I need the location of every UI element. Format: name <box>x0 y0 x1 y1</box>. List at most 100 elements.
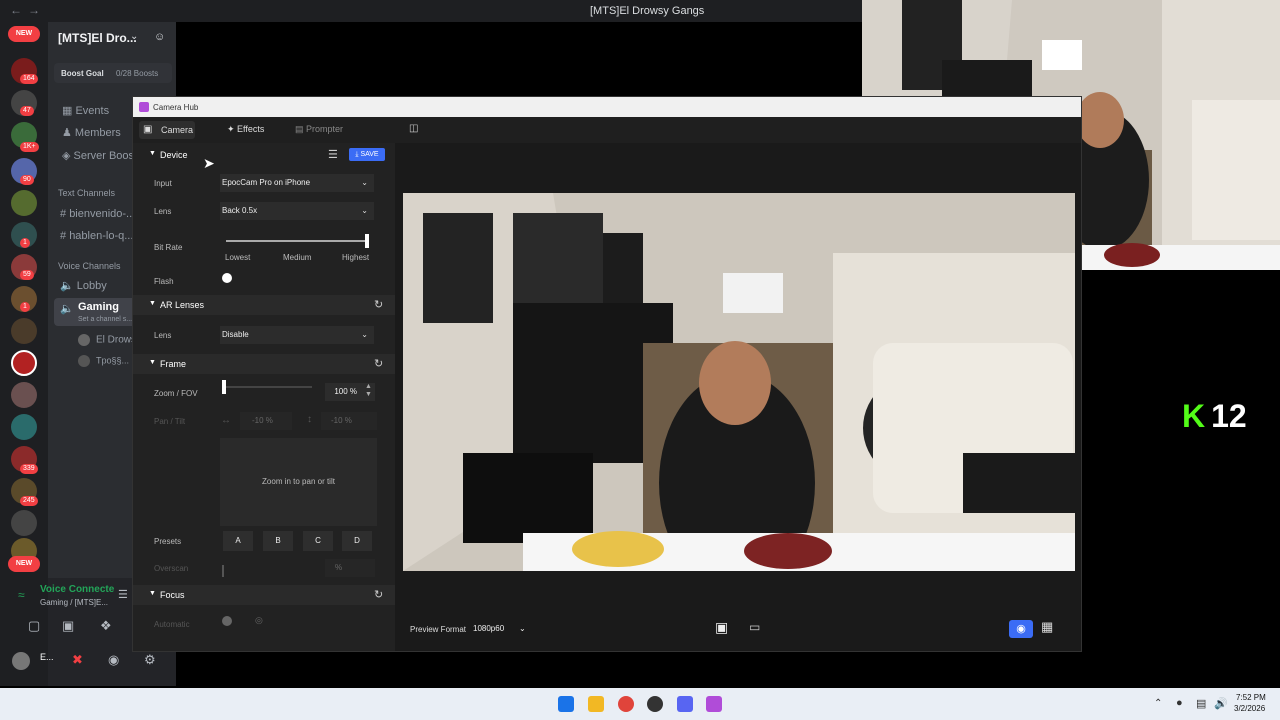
boost-icon: ◈ <box>62 150 74 162</box>
tab-prompter[interactable]: ▤ Prompter <box>295 124 343 135</box>
device-section-header[interactable]: ▼ Device ☰ ⤓ SAVE <box>133 145 395 165</box>
sidebar-toggle-icon[interactable]: ◫ <box>409 123 418 134</box>
overscan-value-input[interactable]: % <box>325 559 375 577</box>
boost-goal-bar[interactable]: Boost Goal 0/28 Boosts <box>54 63 172 83</box>
server-icon[interactable] <box>11 190 37 216</box>
user-avatar[interactable] <box>12 652 30 670</box>
mention-badge: 90 <box>20 175 34 185</box>
preview-toolbar: Preview Format 1080p60 ⌄ ▣ ▭ ◉ ▦ <box>395 611 1081 651</box>
mic-muted-icon[interactable]: ✖ <box>72 652 83 668</box>
server-icon-active[interactable] <box>11 350 37 376</box>
chrome-icon[interactable] <box>618 696 634 712</box>
server-name[interactable]: [MTS]El Dro... <box>58 31 137 45</box>
reset-icon[interactable]: ↻ <box>374 588 383 601</box>
voice-waveform-icon[interactable]: ☰ <box>118 588 128 601</box>
start-icon[interactable] <box>558 696 574 712</box>
new-badge-bottom[interactable]: NEW <box>8 556 40 572</box>
ar-lens-select[interactable]: Disable ⌄ <box>220 326 374 344</box>
members-item[interactable]: ♟ Members <box>62 126 121 139</box>
preset-d-button[interactable]: D <box>342 531 372 551</box>
preset-c-button[interactable]: C <box>303 531 333 551</box>
clock-time[interactable]: 7:52 PM <box>1236 693 1266 702</box>
zoom-slider[interactable] <box>222 380 312 394</box>
screen-share-icon[interactable]: ▣ <box>62 618 74 634</box>
eye-icon: ◉ <box>1016 623 1026 635</box>
tray-chevron-up-icon[interactable]: ⌃ <box>1154 698 1162 709</box>
camera-hub-taskbar-icon[interactable] <box>706 696 722 712</box>
channel-status: Set a channel s... <box>78 316 133 323</box>
voice-connected-label[interactable]: Voice Connecte <box>40 584 114 595</box>
stepper-icon[interactable]: ▲ ▼ <box>365 383 372 399</box>
server-icon[interactable] <box>11 382 37 408</box>
server-icon[interactable] <box>11 414 37 440</box>
pan-tilt-pad[interactable]: Zoom in to pan or tilt <box>220 438 377 526</box>
new-badge-top[interactable]: NEW <box>8 26 40 42</box>
obs-icon[interactable] <box>647 696 663 712</box>
overscan-slider[interactable] <box>222 565 224 577</box>
bitrate-slider-thumb[interactable] <box>365 234 369 248</box>
focus-section-header[interactable]: ▼ Focus ↻ <box>133 585 395 605</box>
chevron-down-icon: ⌄ <box>519 624 526 633</box>
discord-icon[interactable] <box>677 696 693 712</box>
network-icon[interactable]: ▤ <box>1196 697 1206 710</box>
preview-format-select[interactable]: 1080p60 ⌄ <box>473 621 531 637</box>
video-off-icon[interactable]: ▢ <box>28 618 40 634</box>
channel-bienvenido[interactable]: # bienvenido-... <box>60 208 135 220</box>
voice-channel-lobby[interactable]: 🔈 Lobby <box>60 279 107 292</box>
flash-toggle[interactable] <box>222 273 232 283</box>
server-boost-item[interactable]: ◈ Server Boos <box>62 149 134 162</box>
server-icon[interactable] <box>11 510 37 536</box>
text-channels-category[interactable]: Text Channels <box>58 188 115 198</box>
focus-auto-label: Automatic <box>154 620 190 629</box>
server-icon[interactable] <box>11 318 37 344</box>
mic-tray-icon[interactable]: ● <box>1176 697 1183 709</box>
eye-toggle-button[interactable]: ◉ <box>1009 620 1033 638</box>
input-select[interactable]: EpocCam Pro on iPhone ⌄ <box>220 174 374 192</box>
folder-icon[interactable]: ▭ <box>749 620 760 634</box>
tilt-value-input[interactable]: -10 % <box>321 412 377 430</box>
lens-select[interactable]: Back 0.5x ⌄ <box>220 202 374 220</box>
save-button[interactable]: ⤓ SAVE <box>349 148 385 161</box>
chevron-down-icon: ⌄ <box>361 178 368 187</box>
preview-image <box>403 193 1075 571</box>
chevron-down-icon[interactable]: ⌄ <box>130 31 138 42</box>
zoom-slider-thumb[interactable] <box>222 380 226 394</box>
ar-lenses-section-header[interactable]: ▼ AR Lenses ↻ <box>133 295 395 315</box>
hash-icon: # <box>60 208 70 220</box>
preset-a-button[interactable]: A <box>223 531 253 551</box>
menu-icon[interactable]: ☰ <box>328 148 338 161</box>
add-member-icon[interactable]: ☺ <box>154 31 165 43</box>
file-explorer-icon[interactable] <box>588 696 604 712</box>
channel-hablen[interactable]: # hablen-lo-q... <box>60 230 133 242</box>
tab-camera[interactable]: ▣ Camera <box>139 121 195 139</box>
preset-b-button[interactable]: B <box>263 531 293 551</box>
grid-icon[interactable]: ▦ <box>1041 619 1053 635</box>
tilt-icon: ↕ <box>307 414 312 425</box>
volume-icon[interactable]: 🔊 <box>1214 697 1228 710</box>
focus-target-icon[interactable]: ◎ <box>255 615 263 626</box>
frame-section-header[interactable]: ▼ Frame ↻ <box>133 354 395 374</box>
lens-label: Lens <box>154 207 172 216</box>
headphones-icon[interactable]: ◉ <box>108 652 119 668</box>
speaker-icon: 🔈 <box>60 303 74 315</box>
username[interactable]: E... <box>40 652 54 662</box>
voice-channels-category[interactable]: Voice Channels <box>58 261 121 271</box>
events-item[interactable]: ▦ Events <box>62 104 109 117</box>
camera-hub-titlebar[interactable]: Camera Hub <box>133 97 1081 117</box>
settings-gear-icon[interactable]: ⚙ <box>144 652 156 668</box>
mention-badge: 245 <box>20 496 38 506</box>
forward-icon[interactable]: → <box>28 3 40 17</box>
pan-value-input[interactable]: -10 % <box>240 412 292 430</box>
voice-member[interactable]: El Drows <box>78 334 136 346</box>
reset-icon[interactable]: ↻ <box>374 298 383 311</box>
focus-auto-toggle[interactable] <box>222 616 232 626</box>
snapshot-camera-icon[interactable]: ▣ <box>715 619 728 636</box>
clock-date[interactable]: 3/2/2026 <box>1234 704 1265 713</box>
back-icon[interactable]: ← <box>10 3 22 17</box>
reset-icon[interactable]: ↻ <box>374 357 383 370</box>
bitrate-slider-track[interactable] <box>226 234 369 248</box>
tab-effects[interactable]: ✦ Effects <box>227 124 264 135</box>
activities-icon[interactable]: ❖ <box>100 618 112 634</box>
voice-location[interactable]: Gaming / [MTS]E... <box>40 598 108 607</box>
voice-member[interactable]: Tpo§§... <box>78 355 129 367</box>
